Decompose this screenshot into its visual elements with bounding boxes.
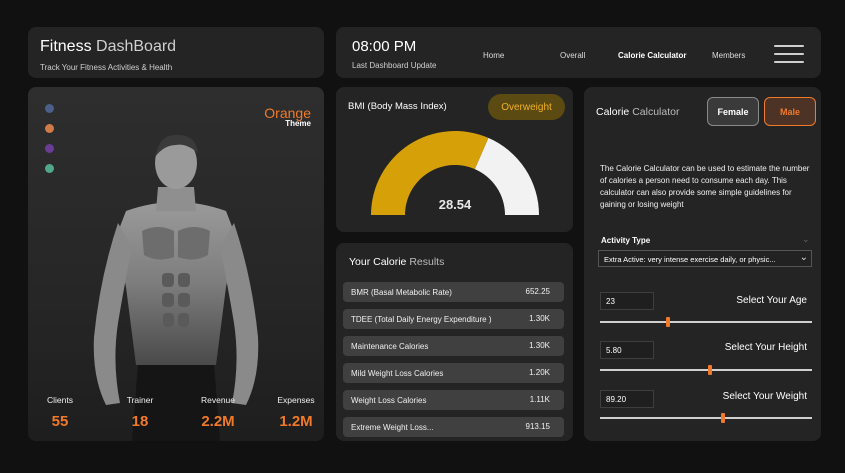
height-slider[interactable] <box>600 365 812 375</box>
stat-clients: Clients 55 <box>40 395 80 430</box>
male-button[interactable]: Male <box>764 97 816 126</box>
header-panel: Fitness DashBoard Track Your Fitness Act… <box>28 27 324 78</box>
height-input[interactable]: 5.80 <box>600 341 654 359</box>
calorie-row-value: 1.20K <box>529 368 550 377</box>
title-strong: Fitness <box>40 38 92 55</box>
nav-home[interactable]: Home <box>483 51 504 60</box>
age-input[interactable]: 23 <box>600 292 654 310</box>
theme-swatch-orange[interactable] <box>45 124 54 133</box>
bmi-panel: BMI (Body Mass Index) Overweight 28.54 <box>336 87 573 232</box>
female-button[interactable]: Female <box>707 97 759 126</box>
stat-trainer-label: Trainer <box>126 395 154 405</box>
bmi-value: 28.54 <box>439 197 472 212</box>
chevron-down-icon: ⌄ <box>802 234 810 244</box>
calculator-title-light: Calculator <box>632 106 680 118</box>
stat-clients-value: 55 <box>51 413 69 430</box>
calorie-row-value: 1.30K <box>529 341 550 350</box>
chevron-down-icon: ⌄ <box>799 252 808 263</box>
age-slider-thumb[interactable] <box>665 317 670 327</box>
calorie-row-label: TDEE (Total Daily Energy Expenditure ) <box>351 315 492 324</box>
stat-expenses-label: Expenses <box>277 395 315 405</box>
calorie-results-title-light: Results <box>409 256 445 268</box>
stat-revenue-value: 2.2M <box>201 413 235 430</box>
bmi-gauge-rest <box>474 137 539 215</box>
athlete-panel: Orange Theme Clients 55 Trainer 18 Reven… <box>28 87 324 441</box>
calorie-row-label: Maintenance Calories <box>351 342 429 351</box>
age-slider[interactable] <box>600 317 812 327</box>
theme-swatch-green[interactable] <box>45 164 54 173</box>
calorie-row-label: Weight Loss Calories <box>351 396 427 405</box>
dashboard-title: Fitness DashBoard <box>40 38 176 56</box>
calorie-row: BMR (Basal Metabolic Rate) 652.25 <box>343 282 564 302</box>
activity-type-value: Extra Active: very intense exercise dail… <box>604 255 776 264</box>
calorie-row-value: 913.15 <box>525 422 550 431</box>
calorie-row-value: 1.30K <box>529 314 550 323</box>
calorie-row-value: 1.11K <box>529 395 550 404</box>
weight-slider-thumb[interactable] <box>720 413 725 423</box>
stat-trainer: Trainer 18 <box>118 395 162 430</box>
calorie-row: Extreme Weight Loss... 913.15 <box>343 417 564 437</box>
last-update-label: Last Dashboard Update <box>352 61 437 70</box>
calorie-row: Maintenance Calories 1.30K <box>343 336 564 356</box>
calculator-title: Calorie Calculator <box>596 106 679 118</box>
calorie-row-label: Mild Weight Loss Calories <box>351 369 444 378</box>
calculator-description: The Calorie Calculator can be used to es… <box>600 164 810 209</box>
title-light: DashBoard <box>96 38 177 55</box>
calculator-title-strong: Calorie <box>596 106 630 118</box>
stat-revenue-label: Revenue <box>200 395 236 405</box>
stat-trainer-value: 18 <box>131 413 149 430</box>
stat-clients-label: Clients <box>47 395 73 405</box>
bmi-gauge: 28.54 <box>371 131 539 215</box>
weight-slider-label: Select Your Weight <box>722 391 807 402</box>
calorie-row-label: BMR (Basal Metabolic Rate) <box>351 288 452 297</box>
calorie-row-value: 652.25 <box>525 287 550 296</box>
last-update-time: 08:00 PM <box>352 38 417 55</box>
bmi-status-badge[interactable]: Overweight <box>488 94 565 120</box>
nav-members[interactable]: Members <box>712 51 745 60</box>
calorie-results-panel: Your Calorie Results BMR (Basal Metaboli… <box>336 243 573 441</box>
calorie-row: Weight Loss Calories 1.11K <box>343 390 564 410</box>
stat-expenses-value: 1.2M <box>279 413 313 430</box>
height-slider-thumb[interactable] <box>708 365 713 375</box>
hamburger-menu-icon[interactable] <box>774 45 804 63</box>
calorie-row: Mild Weight Loss Calories 1.20K <box>343 363 564 383</box>
activity-type-select[interactable]: Extra Active: very intense exercise dail… <box>598 250 812 267</box>
theme-indicator: Orange Theme <box>264 105 311 128</box>
height-slider-label: Select Your Height <box>724 342 807 353</box>
nav-calorie-calculator[interactable]: Calorie Calculator <box>618 51 686 60</box>
theme-swatch-purple[interactable] <box>45 144 54 153</box>
calorie-row: TDEE (Total Daily Energy Expenditure ) 1… <box>343 309 564 329</box>
activity-type-label: Activity Type <box>601 236 651 245</box>
dashboard-subtitle: Track Your Fitness Activities & Health <box>40 63 173 72</box>
theme-swatch-blue[interactable] <box>45 104 54 113</box>
athlete-image <box>93 134 259 441</box>
topbar-panel: 08:00 PM Last Dashboard Update Home Over… <box>336 27 821 78</box>
bmi-title: BMI (Body Mass Index) <box>348 101 447 112</box>
weight-slider[interactable] <box>600 413 812 423</box>
weight-input[interactable]: 89.20 <box>600 390 654 408</box>
calorie-results-title-strong: Your Calorie <box>349 256 407 268</box>
calorie-row-label: Extreme Weight Loss... <box>351 423 434 432</box>
calorie-calculator-panel: Calorie Calculator Female Male The Calor… <box>584 87 821 441</box>
nav-overall[interactable]: Overall <box>560 51 585 60</box>
age-slider-label: Select Your Age <box>736 295 807 306</box>
stat-revenue: Revenue 2.2M <box>194 395 242 430</box>
stat-expenses: Expenses 1.2M <box>270 395 322 430</box>
calorie-results-title: Your Calorie Results <box>349 256 444 268</box>
